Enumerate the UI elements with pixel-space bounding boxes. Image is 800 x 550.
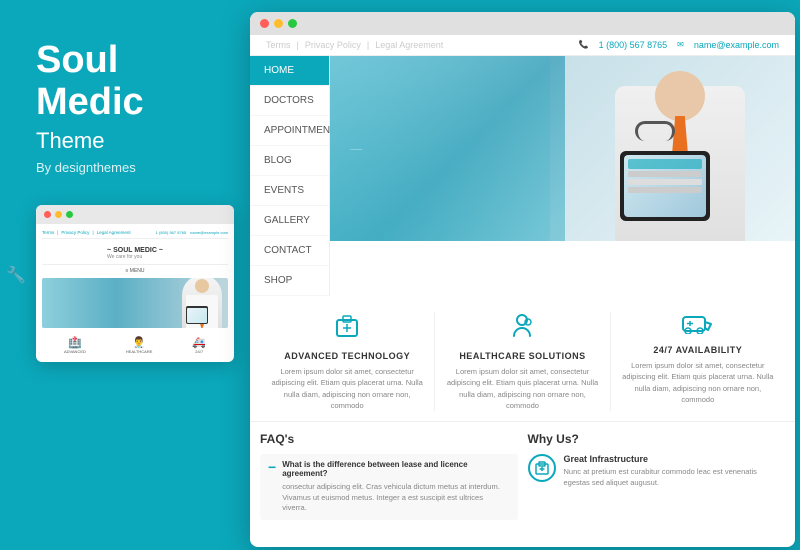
main-browser: Terms | Privacy Policy | Legal Agreement…: [250, 12, 795, 547]
mini-logo-row: ~ SOUL MEDIC ~ We care for you: [42, 243, 228, 265]
mini-feature-2-icon: 👨‍⚕️: [126, 336, 153, 349]
topbar-email: name@example.com: [694, 40, 779, 50]
faqs-title: FAQ's: [260, 432, 518, 446]
feature-item-3: 24/7 AVAILABILITY Lorem ipsum dolor sit …: [611, 312, 785, 411]
mini-hero-image: [42, 278, 228, 328]
mini-feature-2: 👨‍⚕️ HEALTHCARE: [126, 336, 153, 354]
mini-browser-bar: [36, 205, 234, 224]
feature-3-text: Lorem ipsum dolor sit amet, consectetur …: [619, 360, 777, 405]
mini-topbar-contact: 1 (800) 567 8765 name@example.com: [156, 230, 228, 235]
hero-doctor: [565, 56, 795, 241]
mini-feature-3-title: 24/7: [192, 349, 206, 354]
why-content: Great Infrastructure Nunc at pretium est…: [564, 454, 786, 488]
feature-3-icon: [619, 312, 777, 340]
site-topbar-links: Terms | Privacy Policy | Legal Agreement: [266, 40, 443, 50]
nav-item-home[interactable]: HOME: [250, 56, 329, 86]
mini-logo-text: ~ SOUL MEDIC ~: [107, 247, 163, 254]
app-subtitle: Theme: [36, 128, 218, 154]
nav-item-gallery[interactable]: GALLERY: [250, 206, 329, 236]
feature-1-text: Lorem ipsum dolor sit amet, consectetur …: [268, 366, 426, 411]
wrench-icon: 🔧: [6, 265, 26, 285]
app-title: Soul Medic: [36, 40, 218, 124]
browser-dot-red[interactable]: [260, 19, 269, 28]
nav-item-events[interactable]: EVENTS: [250, 176, 329, 206]
bottom-section: FAQ's − What is the difference between l…: [250, 422, 795, 530]
mini-dot-yellow: [55, 211, 62, 218]
features-section: ADVANCED TECHNOLOGY Lorem ipsum dolor si…: [250, 296, 795, 422]
feature-item-2: HEALTHCARE SOLUTIONS Lorem ipsum dolor s…: [435, 312, 610, 411]
faq-question: What is the difference between lease and…: [282, 460, 509, 478]
nav-item-appointments[interactable]: APPOINTMENTS: [250, 116, 329, 146]
app-by: By designthemes: [36, 160, 218, 175]
browser-inner: Terms | Privacy Policy | Legal Agreement…: [250, 35, 795, 540]
mini-topbar-links: Terms | Privacy Policy | Legal Agreement: [42, 230, 131, 235]
topbar-terms[interactable]: Terms: [266, 40, 291, 50]
mini-feature-2-title: HEALTHCARE: [126, 349, 153, 354]
why-item: Great Infrastructure Nunc at pretium est…: [528, 454, 786, 488]
nav-item-shop[interactable]: SHOP: [250, 266, 329, 296]
mini-feature-1-title: ADVANCED: [64, 349, 86, 354]
nav-sidebar: HOME DOCTORS APPOINTMENTS BLOG EVENTS GA…: [250, 56, 330, 296]
mini-privacy: Privacy Policy: [61, 230, 89, 235]
faq-item: − What is the difference between lease a…: [260, 454, 518, 520]
topbar-phone-icon: 📞: [579, 40, 589, 50]
nav-item-contact[interactable]: CONTACT: [250, 236, 329, 266]
topbar-privacy[interactable]: Privacy Policy: [305, 40, 361, 50]
browser-dot-yellow[interactable]: [274, 19, 283, 28]
mini-feature-1-icon: 🏥: [64, 336, 86, 349]
browser-bar: [250, 12, 795, 35]
faq-answer: consectur adipiscing elit. Cras vehicula…: [282, 482, 509, 514]
mini-logo-sub: We care for you: [107, 254, 163, 260]
feature-1-title: ADVANCED TECHNOLOGY: [268, 351, 426, 361]
faq-content: What is the difference between lease and…: [282, 460, 509, 514]
why-title: Why Us?: [528, 432, 786, 446]
mini-terms: Terms: [42, 230, 54, 235]
nav-item-doctors[interactable]: DOCTORS: [250, 86, 329, 116]
content-area: HOME DOCTORS APPOINTMENTS BLOG EVENTS GA…: [250, 56, 795, 296]
mini-dot-green: [66, 211, 73, 218]
faq-minus-icon: −: [268, 460, 276, 474]
browser-dot-green[interactable]: [288, 19, 297, 28]
mini-features: 🏥 ADVANCED 👨‍⚕️ HEALTHCARE 🚑 24/7: [42, 332, 228, 356]
feature-item-1: ADVANCED TECHNOLOGY Lorem ipsum dolor si…: [260, 312, 435, 411]
mini-email: name@example.com: [190, 230, 228, 235]
topbar-phone: 1 (800) 567 8765: [599, 40, 668, 50]
mini-menu: ≡ MENU: [42, 268, 228, 274]
why-item-title: Great Infrastructure: [564, 454, 786, 464]
hero-area: [330, 56, 795, 241]
feature-3-title: 24/7 AVAILABILITY: [619, 345, 777, 355]
mini-feature-3: 🚑 24/7: [192, 336, 206, 354]
topbar-legal[interactable]: Legal Agreement: [375, 40, 443, 50]
mini-browser: Terms | Privacy Policy | Legal Agreement…: [36, 205, 234, 362]
faqs-col: FAQ's − What is the difference between l…: [260, 432, 518, 520]
why-col: Why Us? Great Infrastructure Nunc at pre…: [528, 432, 786, 520]
mini-phone: 1 (800) 567 8765: [156, 230, 186, 235]
site-topbar-contact: 📞 1 (800) 567 8765 ✉ name@example.com: [579, 40, 779, 50]
site-topbar: Terms | Privacy Policy | Legal Agreement…: [250, 35, 795, 56]
feature-2-icon: [443, 312, 601, 346]
mini-feature-3-icon: 🚑: [192, 336, 206, 349]
mini-topbar: Terms | Privacy Policy | Legal Agreement…: [42, 230, 228, 239]
why-icon: [528, 454, 556, 482]
left-panel: Soul Medic Theme By designthemes Terms |…: [0, 0, 248, 550]
mini-dot-red: [44, 211, 51, 218]
why-item-text: Nunc at pretium est curabitur commodo le…: [564, 467, 786, 488]
feature-2-text: Lorem ipsum dolor sit amet, consectetur …: [443, 366, 601, 411]
nav-item-blog[interactable]: BLOG: [250, 146, 329, 176]
feature-2-title: HEALTHCARE SOLUTIONS: [443, 351, 601, 361]
mini-feature-1: 🏥 ADVANCED: [64, 336, 86, 354]
feature-1-icon: [268, 312, 426, 346]
mini-legal: Legal Agreement: [97, 230, 131, 235]
mini-browser-content: Terms | Privacy Policy | Legal Agreement…: [36, 224, 234, 362]
topbar-email-icon: ✉: [677, 40, 684, 50]
mini-hero: [42, 278, 228, 328]
